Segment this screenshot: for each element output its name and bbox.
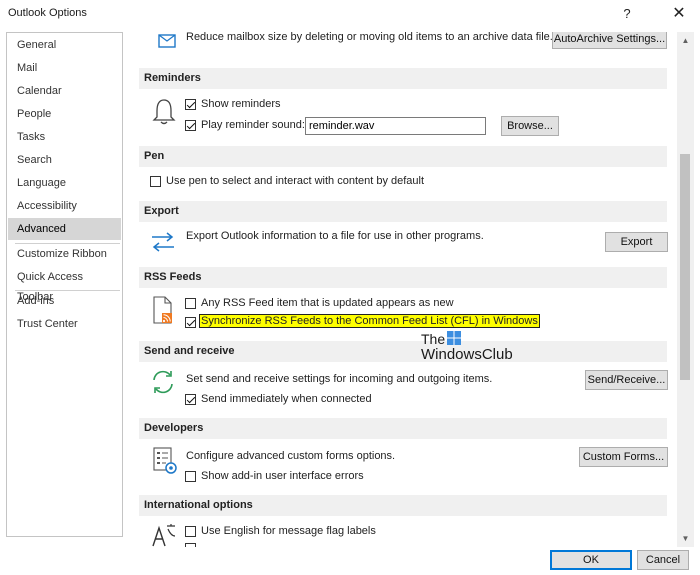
nav-item-language[interactable]: Language <box>8 173 121 193</box>
scrollbar-thumb[interactable] <box>680 154 690 380</box>
nav-item-tasks[interactable]: Tasks <box>8 127 121 147</box>
nav-item-mail[interactable]: Mail <box>8 58 121 78</box>
export-arrows-icon <box>152 232 174 252</box>
send-immediately-label: Send immediately when connected <box>201 393 372 405</box>
show-reminders-label: Show reminders <box>201 98 281 110</box>
nav-item-search[interactable]: Search <box>8 150 121 170</box>
export-header: Export <box>139 201 667 222</box>
vertical-scrollbar[interactable]: ▲ ▼ <box>677 32 694 547</box>
title-bar: Outlook Options ? ✕ <box>0 0 700 28</box>
developers-description: Configure advanced custom forms options. <box>186 450 396 462</box>
rss-sync-cfl-checkbox[interactable] <box>185 317 196 328</box>
use-english-flags-label: Use English for message flag labels <box>201 525 376 537</box>
rss-updated-as-new-label: Any RSS Feed item that is updated appear… <box>201 297 454 309</box>
reminder-sound-field[interactable] <box>305 117 486 135</box>
autoarchive-settings-button[interactable]: AutoArchive Settings... <box>552 32 667 49</box>
send-receive-button[interactable]: Send/Receive... <box>585 370 668 390</box>
export-description: Export Outlook information to a file for… <box>186 230 484 242</box>
rss-updated-as-new-checkbox[interactable] <box>185 298 196 309</box>
pen-header: Pen <box>139 146 667 167</box>
play-sound-label: Play reminder sound: <box>201 119 305 131</box>
help-button[interactable]: ? <box>617 4 637 24</box>
dialog-footer: OK Cancel <box>0 547 700 575</box>
autoarchive-description: Reduce mailbox size by deleting or movin… <box>186 32 553 43</box>
rss-sync-cfl-label: Synchronize RSS Feeds to the Common Feed… <box>199 314 540 328</box>
scroll-down-arrow-icon[interactable]: ▼ <box>677 530 694 547</box>
nav-item-general[interactable]: General <box>8 35 121 55</box>
send-receive-header: Send and receive <box>139 341 667 362</box>
developers-header: Developers <box>139 418 667 439</box>
browse-button[interactable]: Browse... <box>501 116 559 136</box>
reminders-header: Reminders <box>139 68 667 89</box>
bell-icon <box>152 99 176 125</box>
use-pen-checkbox[interactable] <box>150 176 161 187</box>
sync-arrows-icon <box>153 370 173 394</box>
close-button[interactable]: ✕ <box>669 4 689 24</box>
nav-item-calendar[interactable]: Calendar <box>8 81 121 101</box>
language-icon <box>152 524 176 547</box>
rss-feed-icon <box>153 296 172 324</box>
ok-button[interactable]: OK <box>550 550 632 570</box>
watermark-line2: WindowsClub <box>421 346 513 363</box>
rss-feeds-header: RSS Feeds <box>139 267 667 288</box>
nav-item-quick-access-toolbar[interactable]: Quick Access Toolbar <box>8 267 121 303</box>
nav-item-advanced[interactable]: Advanced <box>8 218 121 240</box>
nav-item-people[interactable]: People <box>8 104 121 124</box>
use-english-flags-checkbox[interactable] <box>185 526 196 537</box>
international-options-header: International options <box>139 495 667 516</box>
scroll-up-arrow-icon[interactable]: ▲ <box>677 32 694 49</box>
nav-item-trust-center[interactable]: Trust Center <box>8 314 121 334</box>
cancel-button[interactable]: Cancel <box>637 550 689 570</box>
show-addin-errors-checkbox[interactable] <box>185 471 196 482</box>
show-addin-errors-label: Show add-in user interface errors <box>201 470 364 482</box>
category-nav: General Mail Calendar People Tasks Searc… <box>6 32 123 537</box>
nav-item-customize-ribbon[interactable]: Customize Ribbon <box>8 244 121 264</box>
custom-forms-button[interactable]: Custom Forms... <box>579 447 668 467</box>
windows-logo-icon <box>447 331 461 345</box>
send-receive-description: Set send and receive settings for incomi… <box>186 373 493 385</box>
send-immediately-checkbox[interactable] <box>185 394 196 405</box>
options-content: Reduce mailbox size by deleting or movin… <box>124 32 694 547</box>
export-button[interactable]: Export <box>605 232 668 252</box>
archive-mail-icon <box>158 34 176 48</box>
nav-item-accessibility[interactable]: Accessibility <box>8 196 121 216</box>
use-pen-label: Use pen to select and interact with cont… <box>166 175 425 187</box>
window-title: Outlook Options <box>8 7 87 19</box>
show-reminders-checkbox[interactable] <box>185 99 196 110</box>
custom-forms-icon <box>153 447 177 474</box>
play-sound-checkbox[interactable] <box>185 120 196 131</box>
watermark-line1: The <box>421 331 446 347</box>
nav-item-add-ins[interactable]: Add-ins <box>8 291 121 311</box>
